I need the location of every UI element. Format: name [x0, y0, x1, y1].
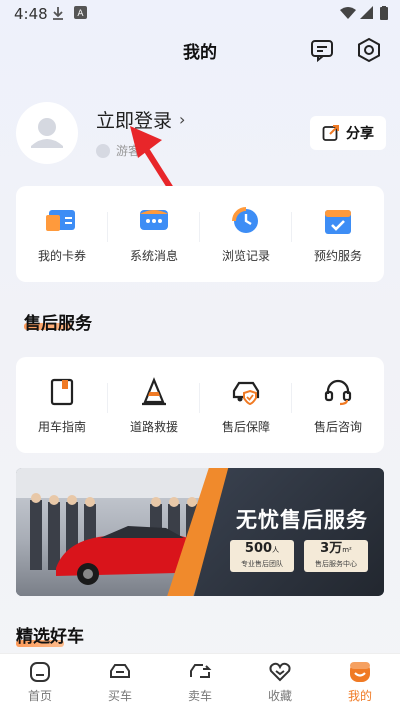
svg-text:A: A — [77, 9, 84, 19]
after-sales-card: 用车指南 道路救援 售后保障 售后咨询 — [16, 357, 384, 453]
tab-label: 卖车 — [187, 689, 212, 703]
message-icon — [140, 209, 168, 230]
tab-home[interactable]: 首页 — [0, 654, 80, 711]
buy-car-icon — [110, 664, 130, 678]
tab-buy-car[interactable]: 买车 — [80, 654, 160, 711]
after-sales-rescue[interactable]: 道路救援 — [108, 357, 200, 453]
tab-label: 首页 — [27, 689, 52, 703]
quick-menu-appointment[interactable]: 预约服务 — [292, 186, 384, 282]
car-shield-icon — [232, 381, 260, 405]
after-sales-banner[interactable]: 无忧售后服务 500人 专业售后团队 3万m² 售后服务中心 — [16, 468, 384, 596]
featured-title: 精选好车 — [16, 627, 84, 647]
avatar[interactable] — [16, 102, 78, 164]
after-sales-label: 售后咨询 — [313, 419, 362, 434]
message-button[interactable] — [309, 37, 335, 63]
profile-icon — [350, 662, 370, 682]
headset-icon — [324, 379, 352, 405]
share-button[interactable]: 分享 — [310, 116, 386, 150]
default-avatar-icon — [31, 118, 63, 148]
banner-headline: 无忧售后服务 — [236, 508, 368, 532]
quick-menu-label: 我的卡券 — [37, 248, 86, 263]
quick-menu-messages[interactable]: 系统消息 — [108, 186, 200, 282]
quick-menu-label: 系统消息 — [129, 248, 178, 263]
settings-button[interactable] — [356, 37, 382, 63]
sell-car-icon — [190, 664, 212, 678]
battery-icon — [380, 6, 388, 20]
after-sales-warranty[interactable]: 售后保障 — [200, 357, 292, 453]
after-sales-label: 售后保障 — [221, 419, 270, 434]
home-icon — [30, 662, 50, 682]
wifi-icon — [340, 7, 356, 19]
after-sales-label: 道路救援 — [129, 419, 178, 434]
banner-stat-area: 3万m² 售后服务中心 — [304, 540, 368, 572]
status-bar: 4:48 A — [0, 0, 400, 28]
favorite-icon — [269, 662, 291, 682]
title-bar: 我的 — [0, 28, 400, 72]
quick-menu-label: 浏览记录 — [221, 248, 270, 263]
after-sales-guide[interactable]: 用车指南 — [16, 357, 108, 453]
quick-menu-card: 我的卡券 系统消息 浏览记录 预约服务 — [16, 186, 384, 282]
quick-menu-coupons[interactable]: 我的卡券 — [16, 186, 108, 282]
tab-favorites[interactable]: 收藏 — [240, 654, 320, 711]
download-icon — [53, 7, 63, 20]
notification-a-icon: A — [74, 6, 87, 19]
tab-profile[interactable]: 我的 — [320, 654, 400, 711]
after-sales-title: 售后服务 — [24, 314, 92, 334]
quick-menu-history[interactable]: 浏览记录 — [200, 186, 292, 282]
tab-label: 我的 — [347, 689, 372, 703]
signal-icon — [360, 6, 373, 19]
coupon-icon — [46, 209, 75, 231]
quick-menu-label: 预约服务 — [313, 248, 362, 263]
page-title: 我的 — [183, 43, 217, 63]
after-sales-consult[interactable]: 售后咨询 — [292, 357, 384, 453]
guest-icon — [96, 143, 110, 158]
banner-stat-team: 500人 专业售后团队 — [230, 540, 294, 572]
share-label: 分享 — [346, 126, 374, 142]
tab-sell-car[interactable]: 卖车 — [160, 654, 240, 711]
book-icon — [50, 378, 74, 405]
after-sales-label: 用车指南 — [37, 419, 86, 434]
status-time: 4:48 — [14, 5, 48, 23]
bottom-tab-bar: 首页 买车 卖车 收藏 我的 — [0, 653, 400, 711]
cone-icon — [142, 376, 166, 405]
calendar-icon — [325, 209, 351, 234]
history-icon — [232, 206, 258, 233]
tab-label: 买车 — [107, 689, 132, 703]
tab-label: 收藏 — [267, 689, 292, 703]
share-icon — [322, 125, 339, 141]
